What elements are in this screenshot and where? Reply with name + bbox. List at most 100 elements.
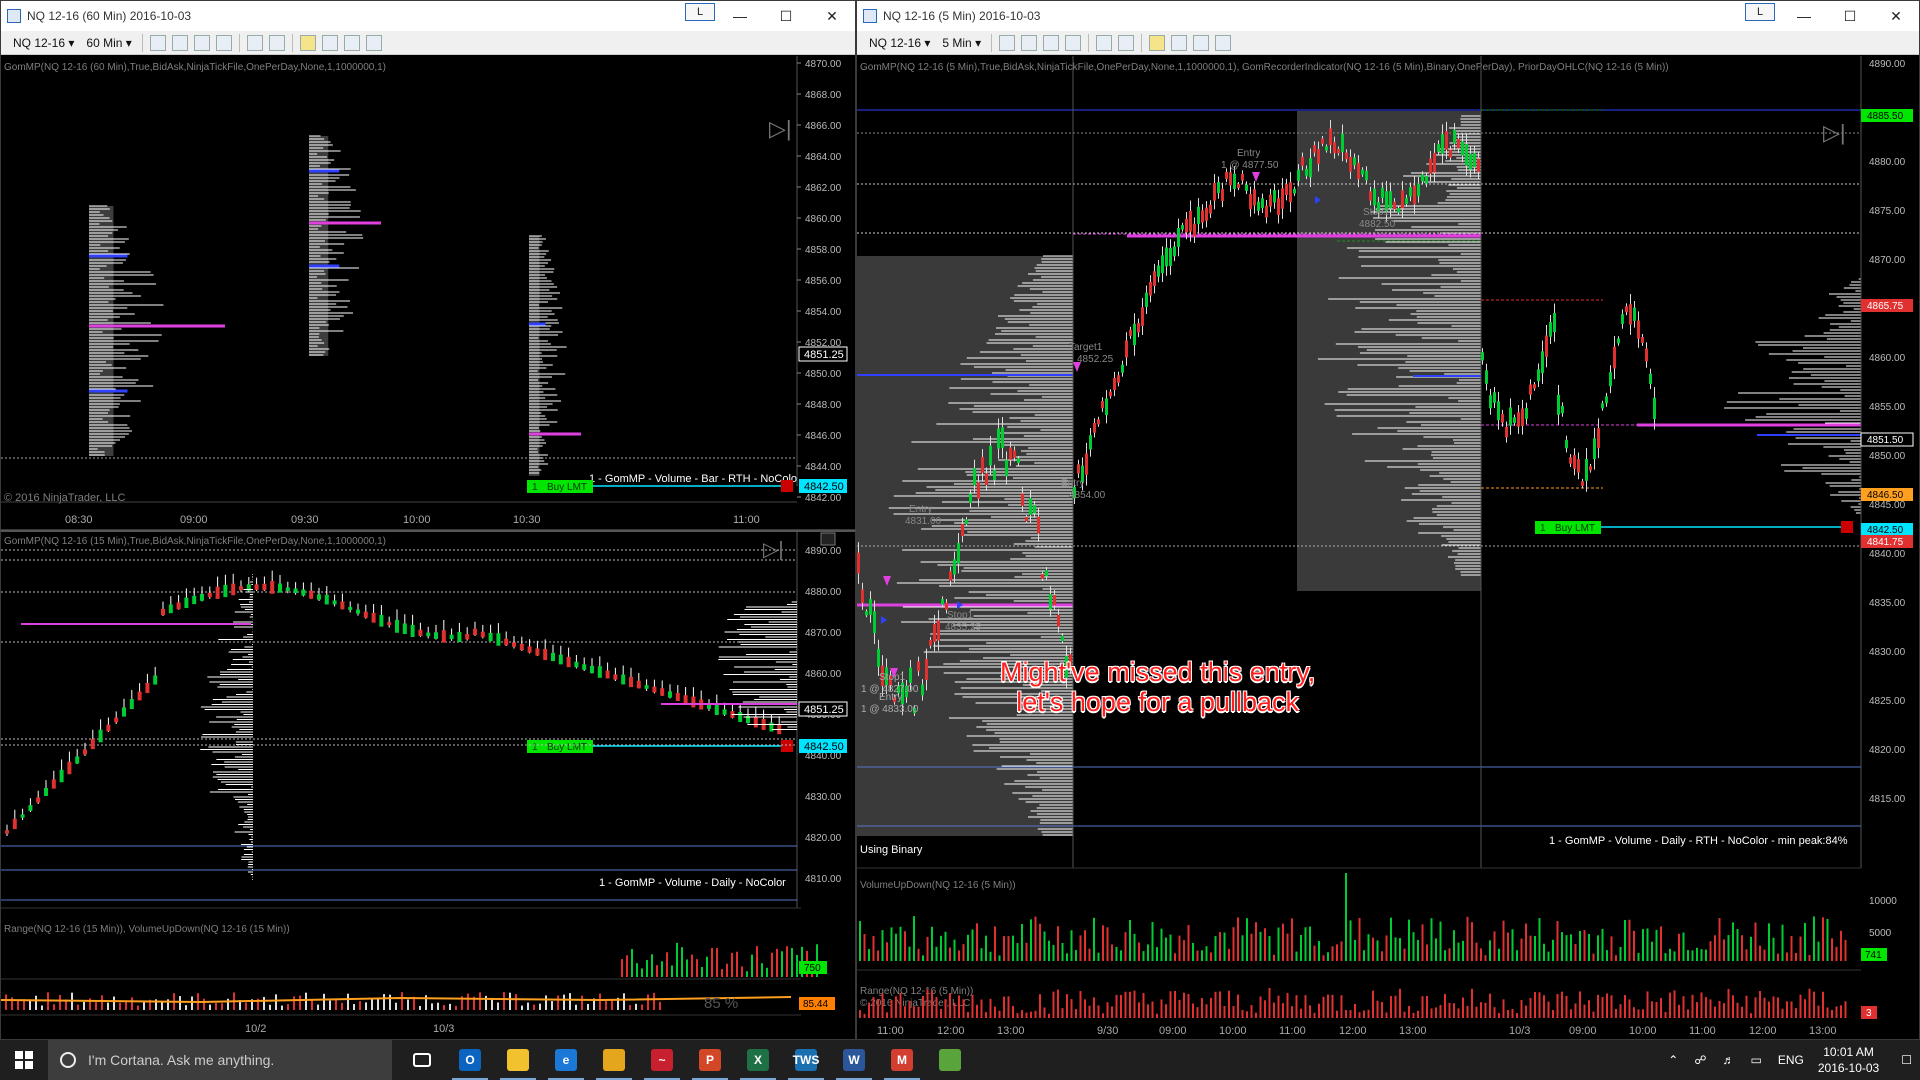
taskbar-powerpoint-button[interactable]: P — [686, 1040, 734, 1080]
indicators-icon[interactable] — [1171, 34, 1188, 51]
pointer-icon[interactable] — [246, 34, 263, 51]
chart-trader-icon[interactable] — [1149, 34, 1166, 51]
taskbar-word-button[interactable]: W — [830, 1040, 878, 1080]
chevron-up-icon[interactable]: ⌃ — [1668, 1053, 1678, 1067]
pencil-tool-icon[interactable] — [171, 34, 188, 51]
eraser-icon[interactable] — [1065, 34, 1082, 51]
cortana-search-box[interactable]: I'm Cortana. Ask me anything. — [48, 1040, 392, 1080]
volume-bar — [1615, 955, 1617, 961]
close-button[interactable]: ✕ — [809, 1, 855, 31]
taskbar-excel-button[interactable]: X — [734, 1040, 782, 1080]
strategies-icon[interactable] — [343, 34, 360, 51]
pointer-icon[interactable] — [1096, 34, 1113, 51]
price-axis[interactable]: 4870.00 4868.00 4866.00 4864.00 4862.00 4860.… — [1, 56, 856, 504]
volume-bar — [1340, 941, 1343, 961]
time-axis[interactable]: 11:00 12:00 13:00 9/30 09:00 10:00 11:00 12:00 1… — [877, 1025, 1837, 1037]
line-tool-icon[interactable] — [149, 34, 166, 51]
drawing-tool-icon[interactable] — [1043, 34, 1060, 51]
link-button[interactable]: L — [685, 3, 715, 21]
time-axis[interactable]: 08:30 09:00 09:30 10:00 10:30 11:00 — [1, 501, 797, 526]
range-bar — [1484, 1002, 1487, 1018]
volume-bar — [1376, 940, 1379, 961]
price-axis[interactable]: 4890.004880.004870.004860.004850.004840.… — [1, 532, 856, 908]
range-bar — [1480, 1002, 1482, 1018]
link-button[interactable]: L — [1745, 3, 1775, 21]
maximize-button[interactable]: ☐ — [763, 1, 809, 31]
eraser-icon[interactable] — [215, 34, 232, 51]
properties-icon[interactable] — [1215, 34, 1232, 51]
percent-bar — [419, 1005, 421, 1010]
volume-icon[interactable]: ♬ — [1722, 1053, 1734, 1067]
taskbar-chrome-button[interactable] — [590, 1040, 638, 1080]
volume-bar — [751, 954, 753, 977]
candle-body — [909, 667, 912, 683]
overlay-note: Might've missed this entry, let's hope f… — [1000, 657, 1315, 717]
play-forward-icon[interactable]: ▷| — [769, 116, 792, 141]
right-titlebar[interactable]: NQ 12-16 (5 Min) 2016-10-03 L — ☐ ✕ — [857, 1, 1919, 31]
cancel-order-icon[interactable] — [1841, 521, 1853, 533]
panel-menu-icon[interactable] — [820, 532, 836, 546]
left-price-chart[interactable]: GomMP(NQ 12-16 (60 Min),True,BidAsk,Ninj… — [1, 56, 856, 530]
percent-bar — [137, 1005, 139, 1010]
drawing-tool-icon[interactable] — [193, 34, 210, 51]
taskbar-gmail-button[interactable]: M — [878, 1040, 926, 1080]
taskbar-ninjatrader-button[interactable]: ~ — [638, 1040, 686, 1080]
taskbar-file-explorer-button[interactable] — [494, 1040, 542, 1080]
strategies-icon[interactable] — [1193, 34, 1210, 51]
price-axis[interactable]: 4890.004885.004880.004875.004870.004865.… — [1860, 56, 1920, 868]
taskbar-outlook-button[interactable]: O — [446, 1040, 494, 1080]
indicator-label: GomMP(NQ 12-16 (60 Min),True,BidAsk,Ninj… — [4, 62, 386, 73]
minimize-button[interactable]: — — [717, 1, 763, 31]
taskbar-app-green-button[interactable] — [926, 1040, 974, 1080]
taskbar-tws-button[interactable]: TWS — [782, 1040, 830, 1080]
candle-body — [402, 623, 407, 634]
taskbar-task-view-button[interactable] — [398, 1040, 446, 1080]
bar-type-icon[interactable] — [999, 34, 1016, 51]
close-button[interactable]: ✕ — [1873, 1, 1919, 31]
buy-limit-order[interactable]: 1 Buy LMT — [527, 480, 593, 493]
instrument-selector[interactable]: NQ 12-16 ▾ — [7, 33, 80, 53]
right-price-chart[interactable]: GomMP(NQ 12-16 (5 Min),True,BidAsk,Ninja… — [857, 56, 1920, 1040]
battery-icon[interactable]: ▭ — [1750, 1053, 1761, 1067]
buy-limit-order[interactable]: 1 Buy LMT — [1535, 521, 1601, 534]
clock[interactable]: 10:01 AM 2016-10-03 — [1818, 1044, 1879, 1076]
volume-bar — [1142, 951, 1145, 961]
maximize-button[interactable]: ☐ — [1827, 1, 1873, 31]
percent-bar — [119, 1002, 121, 1010]
candle-body — [20, 814, 25, 818]
action-center-icon[interactable]: ☐ — [1901, 1053, 1912, 1067]
right-chart-area[interactable]: GomMP(NQ 12-16 (5 Min),True,BidAsk,Ninja… — [857, 56, 1920, 1040]
left-titlebar[interactable]: NQ 12-16 (60 Min) 2016-10-03 L — ☐ ✕ — [1, 1, 855, 31]
properties-icon[interactable] — [365, 34, 382, 51]
network-icon[interactable]: ☍ — [1694, 1053, 1706, 1067]
zoom-icon[interactable] — [268, 34, 285, 51]
left-chart-area[interactable]: GomMP(NQ 12-16 (60 Min),True,BidAsk,Ninj… — [1, 56, 856, 530]
start-button[interactable] — [0, 1040, 48, 1080]
language-indicator[interactable]: ENG — [1778, 1053, 1804, 1067]
range-bar — [1610, 995, 1613, 1018]
cancel-order-icon[interactable] — [781, 480, 793, 492]
indicators-icon[interactable] — [321, 34, 338, 51]
volume-bar — [1030, 919, 1032, 961]
candle-body — [985, 473, 988, 485]
mid-price-chart[interactable]: GomMP(NQ 12-16 (15 Min),True,BidAsk,Ninj… — [1, 532, 856, 1040]
instrument-selector[interactable]: NQ 12-16 ▾ — [863, 33, 936, 53]
percent-bar — [587, 1003, 589, 1010]
zoom-icon[interactable] — [1118, 34, 1135, 51]
taskbar-edge-button[interactable]: e — [542, 1040, 590, 1080]
range-bar — [1430, 1008, 1433, 1018]
volume-bar — [1390, 917, 1392, 961]
percent-bar — [551, 1001, 553, 1010]
chart-trader-icon[interactable] — [299, 34, 316, 51]
volume-bar — [872, 935, 875, 961]
play-forward-icon[interactable]: ▷| — [1823, 120, 1846, 145]
cancel-order-icon[interactable] — [781, 740, 793, 752]
pencil-tool-icon[interactable] — [1021, 34, 1038, 51]
candle-body — [1589, 466, 1592, 471]
interval-selector[interactable]: 5 Min ▾ — [936, 33, 987, 53]
candle-body — [1005, 459, 1008, 477]
interval-selector[interactable]: 60 Min ▾ — [80, 33, 137, 53]
play-forward-icon[interactable]: ▷| — [763, 539, 784, 561]
minimize-button[interactable]: — — [1781, 1, 1827, 31]
buy-limit-order[interactable]: 1 Buy LMT — [527, 740, 593, 753]
